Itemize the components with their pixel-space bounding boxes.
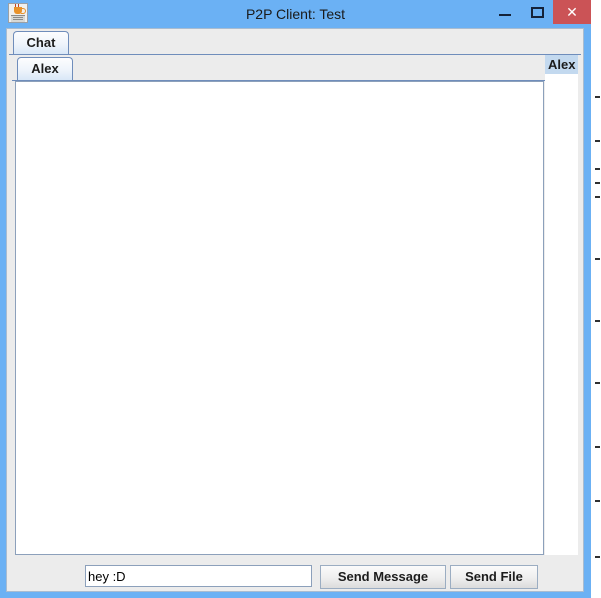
background-window-edge: [595, 0, 601, 598]
message-input[interactable]: [85, 565, 312, 587]
list-item[interactable]: Alex: [545, 55, 578, 74]
send-file-button[interactable]: Send File: [450, 565, 538, 589]
close-icon: ✕: [566, 4, 578, 20]
chat-transcript-scroll[interactable]: [15, 81, 544, 555]
send-message-button[interactable]: Send Message: [320, 565, 446, 589]
close-button[interactable]: ✕: [553, 0, 591, 24]
tab-alex[interactable]: Alex: [17, 57, 73, 80]
chat-tab-panel: Alex Alex: [9, 55, 581, 563]
application-window: P2P Client: Test ✕ Chat Alex Alex hey:D…: [0, 0, 591, 598]
desktop-background: P2P Client: Test ✕ Chat Alex Alex hey:D…: [0, 0, 601, 598]
composer-bar: Send Message Send File: [9, 565, 581, 589]
chat-split-pane: Alex: [12, 55, 578, 561]
inner-tab-strip: Alex: [12, 57, 578, 81]
tab-chat[interactable]: Chat: [13, 31, 69, 54]
java-coffee-cup-icon: [8, 3, 28, 23]
minimize-icon: [499, 14, 511, 16]
title-bar[interactable]: P2P Client: Test ✕: [0, 0, 591, 28]
maximize-icon: [531, 7, 544, 18]
client-area: Chat Alex Alex Send Me: [6, 28, 584, 592]
outer-tab-strip: Chat: [9, 31, 581, 55]
chat-transcript: [18, 84, 541, 552]
user-list[interactable]: Alex: [545, 55, 578, 555]
minimize-button[interactable]: [489, 0, 521, 24]
maximize-button[interactable]: [521, 0, 553, 24]
